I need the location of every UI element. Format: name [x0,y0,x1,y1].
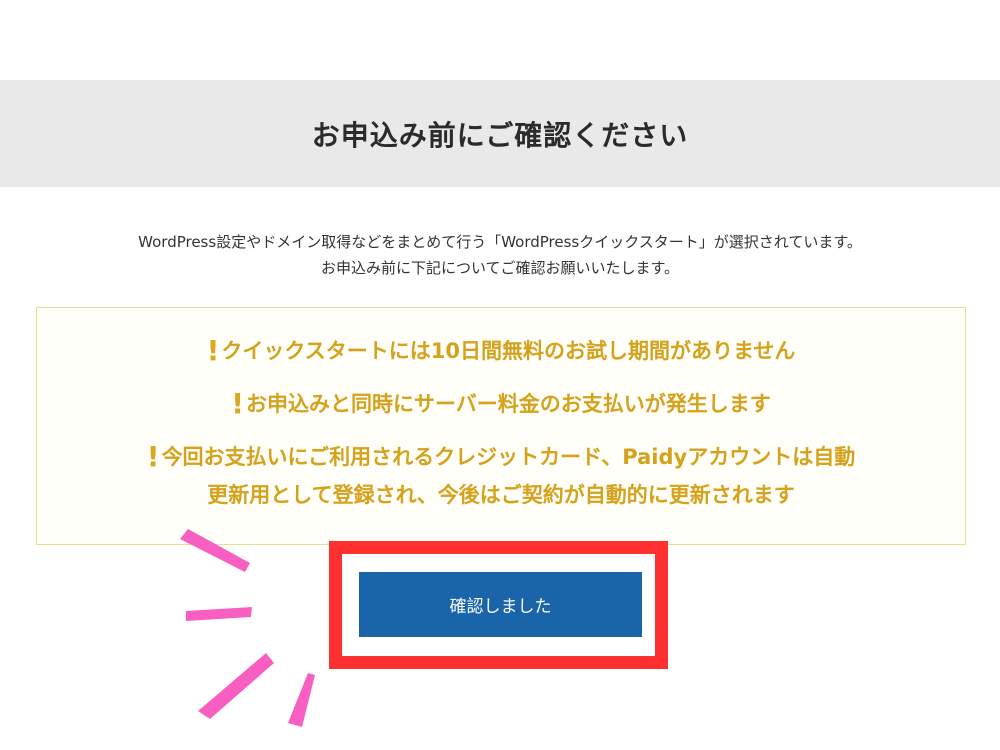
warning-text: お申込みと同時にサーバー料金のお支払いが発生します [245,392,771,416]
burst-stroke [180,529,250,572]
burst-stroke [198,653,274,719]
warning-text: クイックスタートには10日間無料のお試し期間がありません [221,339,796,363]
warning-text: 今回お支払いにご利用されるクレジットカード、Paidyアカウントは自動 [161,445,856,469]
warning-text: 更新用として登録され、今後はご契約が自動的に更新されます [207,483,795,507]
page: お申込み前にご確認ください WordPress設定やドメイン取得などをまとめて行… [0,0,1000,750]
intro-text: WordPress設定やドメイン取得などをまとめて行う「WordPressクイッ… [0,229,1000,281]
warning-box: !クイックスタートには10日間無料のお試し期間がありません !お申込みと同時にサ… [36,307,966,545]
confirm-button[interactable]: 確認しました [359,572,642,637]
warning-item: !今回お支払いにご利用されるクレジットカード、Paidyアカウントは自動 [37,442,965,472]
warning-item: !お申込みと同時にサーバー料金のお支払いが発生します [37,389,965,419]
header-band: お申込み前にご確認ください [0,80,1000,187]
exclamation-icon: ! [146,440,160,473]
burst-stroke [186,607,252,621]
page-title: お申込み前にご確認ください [311,118,689,152]
warning-item-continuation: 更新用として登録され、今後はご契約が自動的に更新されます [37,480,965,510]
exclamation-icon: ! [231,387,244,420]
burst-stroke [288,673,315,727]
intro-line-1: WordPress設定やドメイン取得などをまとめて行う「WordPressクイッ… [138,233,862,251]
intro-line-2: お申込み前に下記についてご確認お願いいたします。 [320,259,680,277]
attention-burst-icon [180,529,315,727]
warning-item: !クイックスタートには10日間無料のお試し期間がありません [37,336,965,366]
exclamation-icon: ! [206,334,220,367]
